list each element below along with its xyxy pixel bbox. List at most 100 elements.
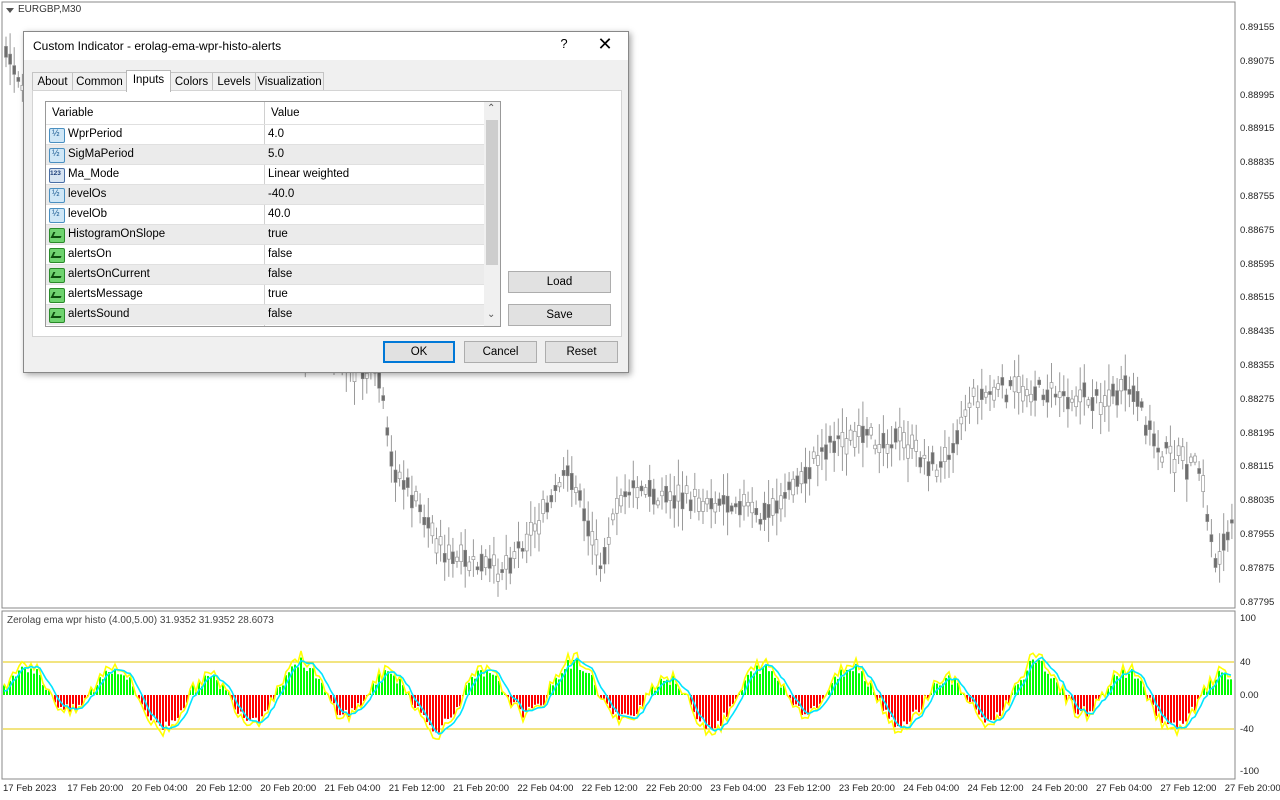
tab-visualization[interactable]: Visualization: [255, 72, 324, 91]
row-value[interactable]: 5.0: [268, 148, 284, 160]
time-tick-label: 27 Feb 04:00: [1096, 783, 1153, 794]
time-tick-label: 20 Feb 20:00: [260, 783, 317, 794]
price-tick-label: 0.89075: [1240, 55, 1275, 67]
row-value[interactable]: -40.0: [268, 188, 294, 200]
price-tick-label: 0.88835: [1240, 157, 1275, 169]
scroll-up-icon[interactable]: ⌃: [487, 103, 495, 114]
tab-levels[interactable]: Levels: [212, 72, 256, 91]
price-tick-label: 0.87955: [1240, 529, 1275, 540]
input-row[interactable]: alertsOnCurrent false: [46, 264, 484, 285]
input-row[interactable]: alertsSound false: [46, 304, 484, 325]
price-tick-label: 0.88995: [1240, 89, 1275, 101]
row-value[interactable]: true: [268, 228, 288, 240]
price-tick-label: 0.88915: [1240, 123, 1275, 135]
row-variable: WprPeriod: [68, 128, 123, 140]
double-type-icon: [49, 208, 65, 223]
ok-button[interactable]: OK: [383, 341, 455, 363]
input-row[interactable]: levelOs -40.0: [46, 184, 484, 205]
column-header-variable[interactable]: Variable: [52, 107, 93, 119]
row-value[interactable]: false: [268, 268, 292, 280]
bool-type-icon: [49, 308, 65, 323]
input-row[interactable]: alertsMessage true: [46, 284, 484, 305]
inputs-panel: Variable Value WprPeriod 4.0 SigMaPeriod 5.…: [32, 90, 622, 337]
row-value[interactable]: Linear weighted: [268, 168, 349, 180]
input-row[interactable]: Ma_Mode Linear weighted: [46, 164, 484, 185]
bool-type-icon: [49, 248, 65, 263]
time-tick-label: 22 Feb 04:00: [517, 783, 574, 794]
table-scrollbar[interactable]: ⌃ ⌄: [484, 102, 500, 326]
inputs-table: Variable Value WprPeriod 4.0 SigMaPeriod 5.…: [45, 101, 501, 327]
input-row[interactable]: SigMaPeriod 5.0: [46, 144, 484, 165]
row-variable: alertsMessage: [68, 288, 143, 300]
input-row[interactable]: levelOb 40.0: [46, 204, 484, 225]
time-tick-label: 21 Feb 20:00: [453, 783, 510, 794]
close-icon[interactable]: ✕: [594, 34, 616, 55]
reset-button[interactable]: Reset: [545, 341, 618, 363]
time-tick-label: 23 Feb 04:00: [710, 783, 767, 794]
indicator-tick-label: -40: [1240, 724, 1254, 735]
dialog-title: Custom Indicator - erolag-ema-wpr-histo-…: [33, 39, 282, 53]
time-tick-label: 17 Feb 2023: [3, 783, 57, 794]
tab-inputs[interactable]: Inputs: [126, 70, 171, 92]
time-tick-label: 23 Feb 12:00: [774, 783, 831, 794]
symbol-dropdown-icon[interactable]: [6, 8, 14, 13]
row-variable: Ma_Mode: [68, 168, 120, 180]
time-tick-label: 27 Feb 20:00: [1224, 783, 1280, 794]
price-tick-label: 0.88115: [1240, 461, 1274, 473]
indicator-subwindow-label: Zerolag ema wpr histo (4.00,5.00) 31.935…: [7, 615, 274, 626]
enum-type-icon: [49, 168, 65, 183]
time-tick-label: 20 Feb 04:00: [131, 783, 188, 794]
bool-type-icon: [49, 268, 65, 283]
indicator-tick-label: 40: [1240, 657, 1251, 668]
price-tick-label: 0.88755: [1240, 191, 1275, 202]
tab-common[interactable]: Common: [72, 72, 127, 91]
input-row[interactable]: HistogramOnSlope true: [46, 224, 484, 245]
dialog-title-bar[interactable]: Custom Indicator - erolag-ema-wpr-histo-…: [24, 32, 628, 60]
row-value[interactable]: true: [268, 288, 288, 300]
input-row[interactable]: WprPeriod 4.0: [46, 124, 484, 145]
input-row[interactable]: alertsOn false: [46, 244, 484, 265]
row-value[interactable]: 40.0: [268, 208, 290, 220]
time-tick-label: 22 Feb 20:00: [646, 783, 702, 794]
price-tick-label: 0.88355: [1240, 360, 1275, 371]
row-variable: alertsOnCurrent: [68, 268, 150, 280]
scrollbar-thumb[interactable]: [486, 120, 498, 265]
indicator-tick-label: 100: [1240, 613, 1256, 624]
price-tick-label: 0.88595: [1240, 258, 1275, 270]
custom-indicator-dialog: Custom Indicator - erolag-ema-wpr-histo-…: [23, 31, 629, 373]
bool-type-icon: [49, 228, 65, 243]
tab-about[interactable]: About: [32, 72, 73, 91]
time-tick-label: 21 Feb 04:00: [324, 783, 381, 794]
column-header-value[interactable]: Value: [271, 107, 300, 119]
time-tick-label: 27 Feb 12:00: [1160, 783, 1217, 794]
price-tick-label: 0.88515: [1240, 292, 1275, 304]
load-button[interactable]: Load: [508, 271, 611, 293]
scroll-down-icon[interactable]: ⌄: [487, 309, 495, 320]
indicator-tick-label: -100: [1240, 766, 1260, 777]
chart-symbol-label: EURGBP,M30: [18, 4, 82, 15]
price-tick-label: 0.88435: [1240, 326, 1275, 338]
table-header: Variable Value: [46, 102, 484, 124]
row-value[interactable]: 4.0: [268, 128, 284, 140]
save-button[interactable]: Save: [508, 304, 611, 326]
row-variable: alertsOn: [68, 248, 112, 260]
time-tick-label: 17 Feb 20:00: [67, 783, 124, 794]
price-tick-label: 0.87875: [1240, 562, 1275, 574]
row-value[interactable]: false: [268, 308, 292, 320]
time-tick-label: 21 Feb 12:00: [388, 783, 445, 794]
price-tick-label: 0.88675: [1240, 224, 1275, 236]
cancel-button[interactable]: Cancel: [464, 341, 537, 363]
time-tick-label: 24 Feb 20:00: [1031, 783, 1088, 794]
row-value[interactable]: false: [268, 248, 292, 260]
tab-colors[interactable]: Colors: [170, 72, 213, 91]
help-button[interactable]: ?: [554, 36, 574, 51]
double-type-icon: [49, 188, 65, 203]
row-variable: alertsSound: [68, 308, 130, 320]
price-tick-label: 0.88035: [1240, 495, 1275, 507]
row-variable: levelOb: [68, 208, 107, 220]
price-tick-label: 0.88195: [1240, 427, 1275, 439]
price-tick-label: 0.89155: [1240, 22, 1275, 33]
price-tick-label: 0.87795: [1240, 596, 1275, 608]
time-tick-label: 23 Feb 20:00: [838, 783, 895, 794]
time-tick-label: 22 Feb 12:00: [581, 783, 638, 794]
